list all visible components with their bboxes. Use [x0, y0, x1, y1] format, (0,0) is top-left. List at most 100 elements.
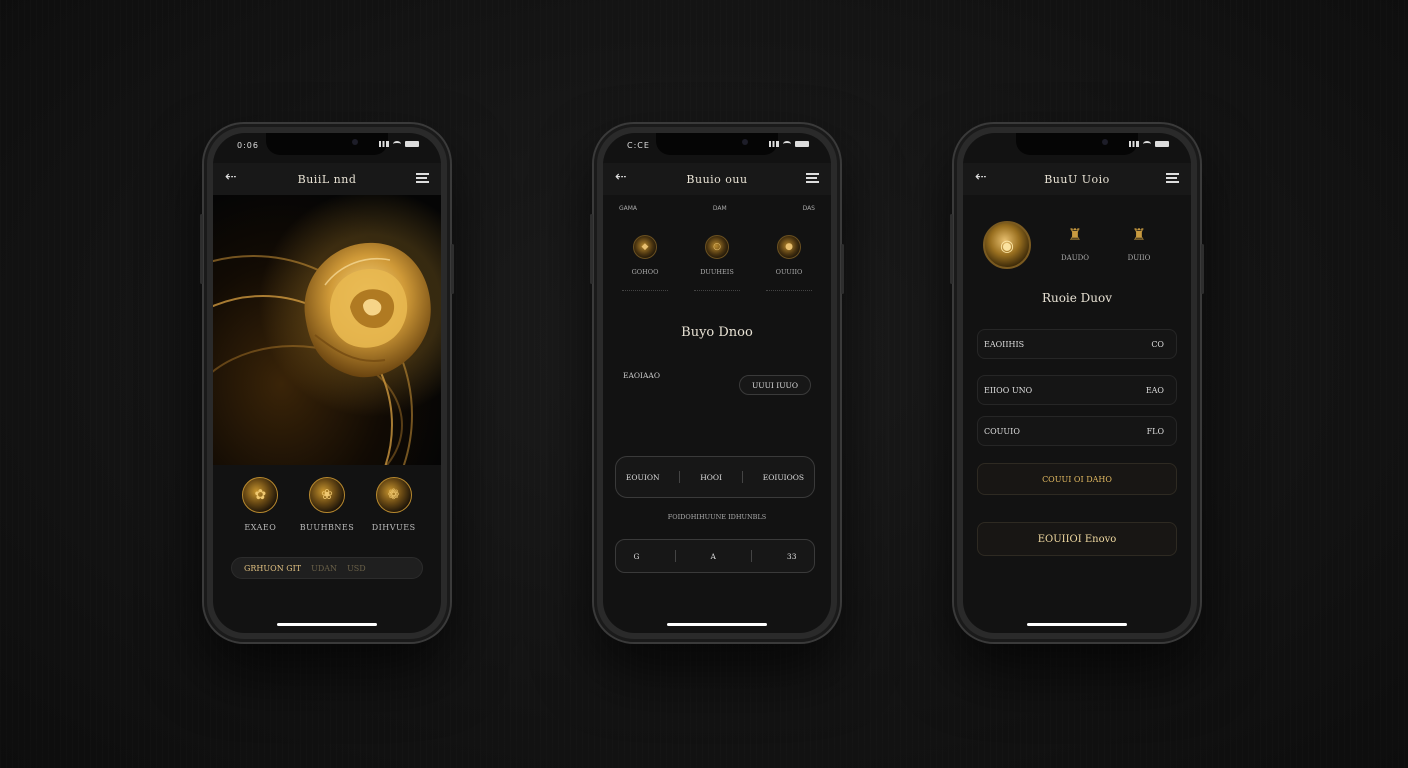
category-item[interactable]: ● OUUIIO	[759, 235, 819, 292]
crown-icon: ♜	[1131, 225, 1147, 244]
divider	[622, 290, 668, 292]
phone-mockup-1: 0:06 ⇠ BuiiL nnd ✿ EXAEO ❀ BUUHBNES ❁ DI…	[200, 124, 454, 642]
wifi-icon	[783, 141, 791, 147]
gem-icon: ◆	[633, 235, 657, 259]
coin-icon: ●	[777, 235, 801, 259]
home-indicator[interactable]	[277, 623, 377, 626]
pill-dim-text: UDAN	[311, 563, 338, 573]
action-bar: G A 33	[615, 539, 815, 573]
page-title: BuuU Uoio	[1044, 172, 1110, 186]
action-icon-3[interactable]: 33	[787, 552, 797, 561]
wifi-icon	[393, 141, 401, 147]
category-label: BUUHBNES	[299, 523, 355, 532]
category-item[interactable]: ○ DUUHEIS	[687, 235, 747, 292]
category-row: ◆ GOHOO ○ DUUHEIS ● OUUIIO	[603, 235, 831, 292]
row-value: FLO	[1146, 426, 1164, 436]
category-item[interactable]: ♜ DUIIO	[1119, 225, 1159, 262]
divider	[750, 550, 752, 562]
row-label: EAOIAAO	[623, 371, 660, 380]
leaf-icon: ❁	[375, 477, 412, 513]
crown-icon: ♜	[1067, 225, 1083, 244]
category-label: DUUHEIS	[700, 268, 734, 276]
tab-label[interactable]: GAMA	[619, 205, 637, 212]
battery-icon	[795, 141, 809, 147]
segment-2[interactable]: HOOI	[700, 473, 722, 482]
segment-1[interactable]: EOUION	[626, 473, 660, 482]
app-header: ⇠ BuuU Uoio	[963, 163, 1191, 195]
page-title: BuiiL nnd	[297, 172, 357, 186]
tab-label[interactable]: DAS	[803, 205, 815, 212]
category-label: DIHVUES	[371, 523, 416, 532]
notch	[656, 133, 778, 155]
signal-icon	[379, 141, 389, 147]
home-indicator[interactable]	[667, 623, 767, 626]
status-time: C:CE	[627, 141, 650, 150]
category-label: GOHOO	[631, 268, 659, 276]
category-item[interactable]: ✿ EXAEO	[230, 477, 290, 532]
section-title: Buyo Dnoo	[681, 325, 753, 340]
caption: FOIDOHIHUUNE IDHUNBLS	[667, 513, 767, 521]
section-title: Ruoie Duov	[1041, 291, 1113, 305]
status-icons	[379, 141, 419, 147]
segment-3[interactable]: EOIUIOOS	[763, 473, 804, 482]
category-row: ✿ EXAEO ❀ BUUHBNES ❁ DIHVUES	[213, 477, 441, 532]
pill-label: GRHUON GIT	[244, 563, 302, 573]
category-item[interactable]: ❀ BUUHBNES	[297, 477, 357, 532]
row-label: COUUIO	[984, 426, 1020, 436]
divider	[674, 550, 676, 562]
gold-coin-icon[interactable]: ◉	[983, 221, 1031, 269]
pill-dim-text: USD	[347, 563, 366, 573]
secondary-button[interactable]: COUUI OI DAHO	[977, 463, 1177, 495]
category-label: EXAEO	[244, 523, 277, 532]
divider	[741, 471, 743, 483]
segmented-control[interactable]: EOUION HOOI EOIUIOOS	[615, 456, 815, 498]
category-item[interactable]: ♜ DAUDO	[1055, 225, 1095, 262]
primary-button[interactable]: EOUIIOI Enovo	[977, 522, 1177, 556]
menu-icon[interactable]	[1166, 173, 1179, 183]
menu-icon[interactable]	[806, 173, 819, 183]
action-icon-2[interactable]: A	[711, 552, 716, 561]
row-label: EAOIIHIS	[984, 339, 1025, 349]
battery-icon	[405, 141, 419, 147]
rose-icon	[304, 242, 431, 378]
row-label: EIIOO UNO	[984, 385, 1033, 395]
phone-mockup-3: ⇠ BuuU Uoio ◉ ♜ DAUDO ♜ DUIIO Ruoie Duov…	[950, 124, 1204, 642]
hero-rose-image	[213, 195, 441, 465]
phone-2-screen: C:CE ⇠ Buuio ouu GAMA DAM DAS ◆ GOHOO ○ …	[603, 133, 831, 633]
row-value: CO	[1151, 339, 1164, 349]
row-value: EAO	[1145, 385, 1164, 395]
phone-3-screen: ⇠ BuuU Uoio ◉ ♜ DAUDO ♜ DUIIO Ruoie Duov…	[963, 133, 1191, 633]
pill-text: UUUI IUUO	[751, 380, 799, 390]
battery-icon	[1155, 141, 1169, 147]
list-row[interactable]: COUUIO FLO	[977, 416, 1177, 446]
page-title: Buuio ouu	[686, 172, 748, 186]
menu-icon[interactable]	[416, 173, 429, 183]
notch	[266, 133, 388, 155]
value-pill[interactable]: UUUI IUUO	[739, 375, 811, 395]
category-label: DAUDO	[1061, 254, 1089, 262]
category-item[interactable]: ❁ DIHVUES	[364, 477, 424, 532]
back-arrow-icon[interactable]: ⇠	[225, 169, 237, 185]
category-label: DUIIO	[1127, 254, 1151, 262]
action-icon-1[interactable]: G	[634, 552, 640, 561]
app-header: ⇠ Buuio ouu	[603, 163, 831, 195]
category-item[interactable]: ◆ GOHOO	[615, 235, 675, 292]
app-header: ⇠ BuiiL nnd	[213, 163, 441, 195]
flame-icon: ❀	[308, 477, 345, 513]
list-row[interactable]: EAOIIHIS CO	[977, 329, 1177, 359]
ring-icon: ○	[705, 235, 729, 259]
phone-1-screen: 0:06 ⇠ BuiiL nnd ✿ EXAEO ❀ BUUHBNES ❁ DI…	[213, 133, 441, 633]
back-arrow-icon[interactable]: ⇠	[615, 169, 627, 185]
home-indicator[interactable]	[1027, 623, 1127, 626]
list-row[interactable]: EIIOO UNO EAO	[977, 375, 1177, 405]
category-label: OUUIIO	[775, 268, 803, 276]
divider	[679, 471, 681, 483]
back-arrow-icon[interactable]: ⇠	[975, 169, 987, 185]
status-icons	[1129, 141, 1169, 147]
signal-icon	[1129, 141, 1139, 147]
action-pill[interactable]: GRHUON GIT UDAN USD	[231, 557, 423, 579]
tab-label[interactable]: DAM	[713, 205, 727, 212]
divider	[694, 290, 740, 292]
phone-mockup-2: C:CE ⇠ Buuio ouu GAMA DAM DAS ◆ GOHOO ○ …	[590, 124, 844, 642]
signal-icon	[769, 141, 779, 147]
